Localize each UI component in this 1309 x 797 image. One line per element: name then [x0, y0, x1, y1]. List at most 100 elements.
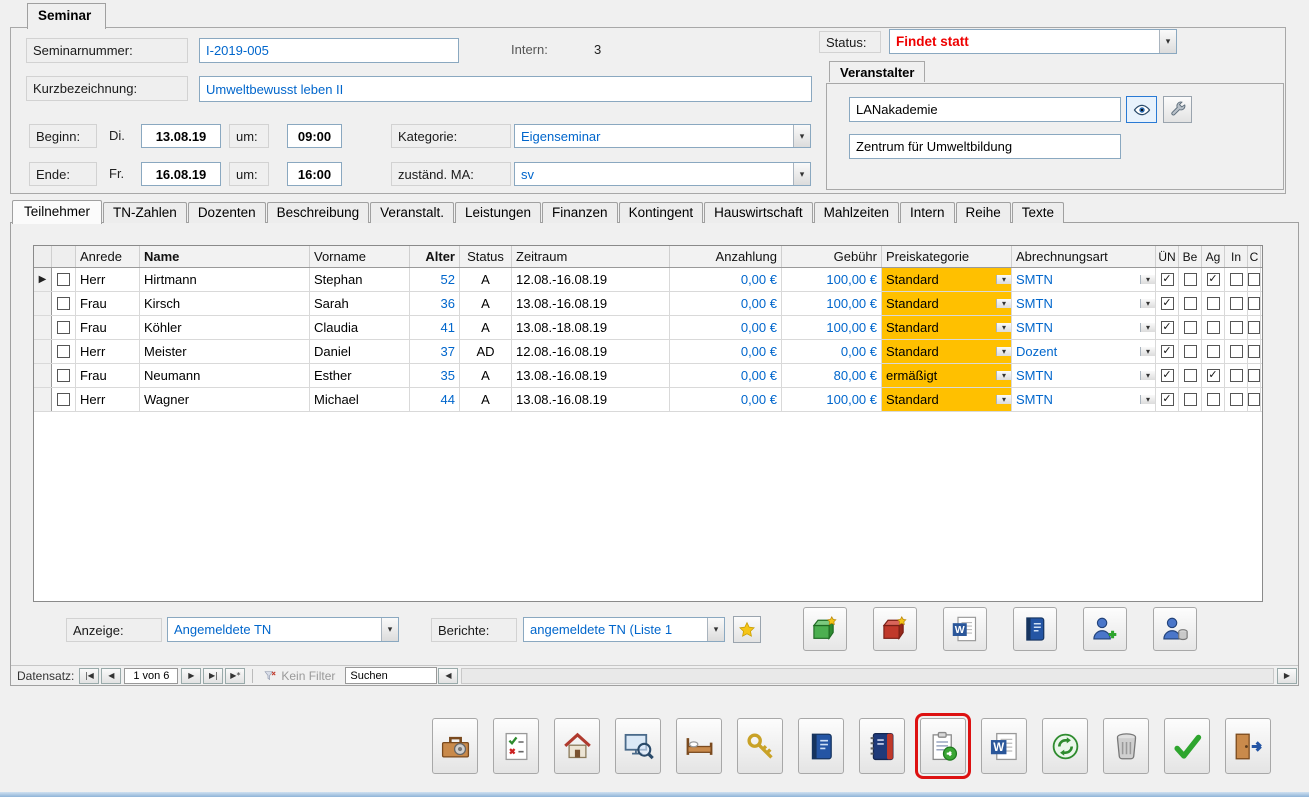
chevron-down-icon[interactable]: ▾ — [996, 323, 1011, 332]
row-select-checkbox[interactable] — [52, 364, 76, 387]
book-button[interactable] — [798, 718, 844, 774]
chevron-down-icon[interactable]: ▾ — [381, 618, 398, 641]
address-book-button[interactable] — [1013, 607, 1057, 651]
flag-checkbox-In[interactable] — [1225, 292, 1248, 315]
chevron-down-icon[interactable]: ▾ — [1159, 30, 1176, 53]
flag-checkbox-ÜN[interactable]: ✓ — [1156, 340, 1179, 363]
column-header-vorname[interactable]: Vorname — [310, 246, 410, 267]
row-select-checkbox[interactable] — [52, 340, 76, 363]
column-header-in[interactable]: In — [1225, 246, 1248, 267]
chevron-down-icon[interactable]: ▾ — [1140, 371, 1155, 380]
checkbox[interactable]: ✓ — [1161, 369, 1174, 382]
checkbox[interactable] — [1230, 393, 1243, 406]
tab-texte[interactable]: Texte — [1012, 202, 1064, 223]
chevron-down-icon[interactable]: ▾ — [996, 347, 1011, 356]
flag-checkbox-C[interactable] — [1248, 268, 1261, 291]
row-selector[interactable] — [34, 316, 52, 339]
preiskategorie-select[interactable]: Standard▾ — [882, 292, 1012, 315]
cell-zeitraum[interactable]: 12.08.-16.08.19 — [512, 340, 670, 363]
flag-checkbox-Be[interactable] — [1179, 364, 1202, 387]
flag-checkbox-C[interactable] — [1248, 292, 1261, 315]
checkbox[interactable] — [1248, 273, 1260, 286]
flag-checkbox-Ag[interactable] — [1202, 388, 1225, 411]
cell-zeitraum[interactable]: 13.08.-18.08.19 — [512, 316, 670, 339]
seminar-section-tab[interactable]: Seminar — [27, 3, 106, 29]
row-select-checkbox[interactable] — [52, 388, 76, 411]
cell-status[interactable]: A — [460, 292, 512, 315]
row-selector[interactable] — [34, 292, 52, 315]
tab-dozenten[interactable]: Dozenten — [188, 202, 266, 223]
tab-intern[interactable]: Intern — [900, 202, 955, 223]
flag-checkbox-In[interactable] — [1225, 268, 1248, 291]
column-header-gebühr[interactable]: Gebühr — [782, 246, 882, 267]
checkbox[interactable] — [1207, 297, 1220, 310]
berichte-select[interactable]: angemeldete TN (Liste 1 ▾ — [523, 617, 725, 642]
flag-checkbox-C[interactable] — [1248, 316, 1261, 339]
chevron-down-icon[interactable]: ▾ — [996, 275, 1011, 284]
cell-alter[interactable]: 36 — [410, 292, 460, 315]
checkbox[interactable] — [57, 321, 70, 334]
tab-veranstalt-[interactable]: Veranstalt. — [370, 202, 454, 223]
confirm-button[interactable] — [1164, 718, 1210, 774]
checkbox[interactable] — [1248, 393, 1260, 406]
checkbox[interactable] — [1230, 273, 1243, 286]
column-header-be[interactable]: Be — [1179, 246, 1202, 267]
column-header-anrede[interactable]: Anrede — [76, 246, 140, 267]
word-button[interactable]: W — [981, 718, 1027, 774]
flag-checkbox-ÜN[interactable]: ✓ — [1156, 268, 1179, 291]
column-header-name[interactable]: Name — [140, 246, 310, 267]
cell-anzahlung[interactable]: 0,00 € — [670, 388, 782, 411]
cell-zeitraum[interactable]: 13.08.-16.08.19 — [512, 292, 670, 315]
horizontal-scrollbar[interactable] — [461, 668, 1274, 684]
cell-anrede[interactable]: Herr — [76, 340, 140, 363]
abrechnungsart-select[interactable]: Dozent▾ — [1012, 340, 1156, 363]
tab-finanzen[interactable]: Finanzen — [542, 202, 618, 223]
green-package-button[interactable] — [803, 607, 847, 651]
column-header-ün[interactable]: ÜN — [1156, 246, 1179, 267]
column-header-ag[interactable]: Ag — [1202, 246, 1225, 267]
tab-leistungen[interactable]: Leistungen — [455, 202, 541, 223]
checkbox[interactable] — [1248, 369, 1260, 382]
cell-gebuehr[interactable]: 100,00 € — [782, 268, 882, 291]
flag-checkbox-ÜN[interactable]: ✓ — [1156, 388, 1179, 411]
add-participant-button[interactable] — [1083, 607, 1127, 651]
kurzbezeichnung-input[interactable]: Umweltbewusst leben II — [199, 76, 812, 102]
search-input[interactable] — [345, 667, 437, 684]
cell-vorname[interactable]: Claudia — [310, 316, 410, 339]
abrechnungsart-select[interactable]: SMTN▾ — [1012, 268, 1156, 291]
flag-checkbox-ÜN[interactable]: ✓ — [1156, 316, 1179, 339]
checkbox[interactable]: ✓ — [1161, 273, 1174, 286]
chevron-down-icon[interactable]: ▾ — [707, 618, 724, 641]
hscroll-right-button[interactable]: ▶ — [1277, 668, 1297, 684]
checkbox[interactable] — [1184, 273, 1197, 286]
refresh-button[interactable] — [1042, 718, 1088, 774]
chevron-down-icon[interactable]: ▾ — [1140, 323, 1155, 332]
keys-button[interactable] — [737, 718, 783, 774]
checkbox[interactable]: ✓ — [1161, 345, 1174, 358]
favorite-report-button[interactable] — [733, 616, 761, 643]
cell-alter[interactable]: 41 — [410, 316, 460, 339]
cell-vorname[interactable]: Michael — [310, 388, 410, 411]
flag-checkbox-Ag[interactable]: ✓ — [1202, 364, 1225, 387]
cell-anzahlung[interactable]: 0,00 € — [670, 364, 782, 387]
cell-name[interactable]: Neumann — [140, 364, 310, 387]
preiskategorie-select[interactable]: Standard▾ — [882, 388, 1012, 411]
cell-name[interactable]: Wagner — [140, 388, 310, 411]
abrechnungsart-select[interactable]: SMTN▾ — [1012, 292, 1156, 315]
cell-gebuehr[interactable]: 100,00 € — [782, 292, 882, 315]
checkbox[interactable] — [57, 297, 70, 310]
tab-kontingent[interactable]: Kontingent — [619, 202, 704, 223]
chevron-down-icon[interactable]: ▾ — [793, 125, 810, 147]
flag-checkbox-Ag[interactable] — [1202, 340, 1225, 363]
flag-checkbox-In[interactable] — [1225, 316, 1248, 339]
prev-record-button[interactable]: ◀ — [101, 668, 121, 684]
flag-checkbox-Be[interactable] — [1179, 388, 1202, 411]
checkbox[interactable] — [1248, 321, 1260, 334]
veranstalter-name-input[interactable]: LANakademie — [849, 97, 1121, 122]
home-button[interactable] — [554, 718, 600, 774]
tab-mahlzeiten[interactable]: Mahlzeiten — [814, 202, 899, 223]
seminarnummer-input[interactable]: I-2019-005 — [199, 38, 459, 63]
flag-checkbox-Be[interactable] — [1179, 316, 1202, 339]
cell-alter[interactable]: 35 — [410, 364, 460, 387]
chevron-down-icon[interactable]: ▾ — [1140, 299, 1155, 308]
